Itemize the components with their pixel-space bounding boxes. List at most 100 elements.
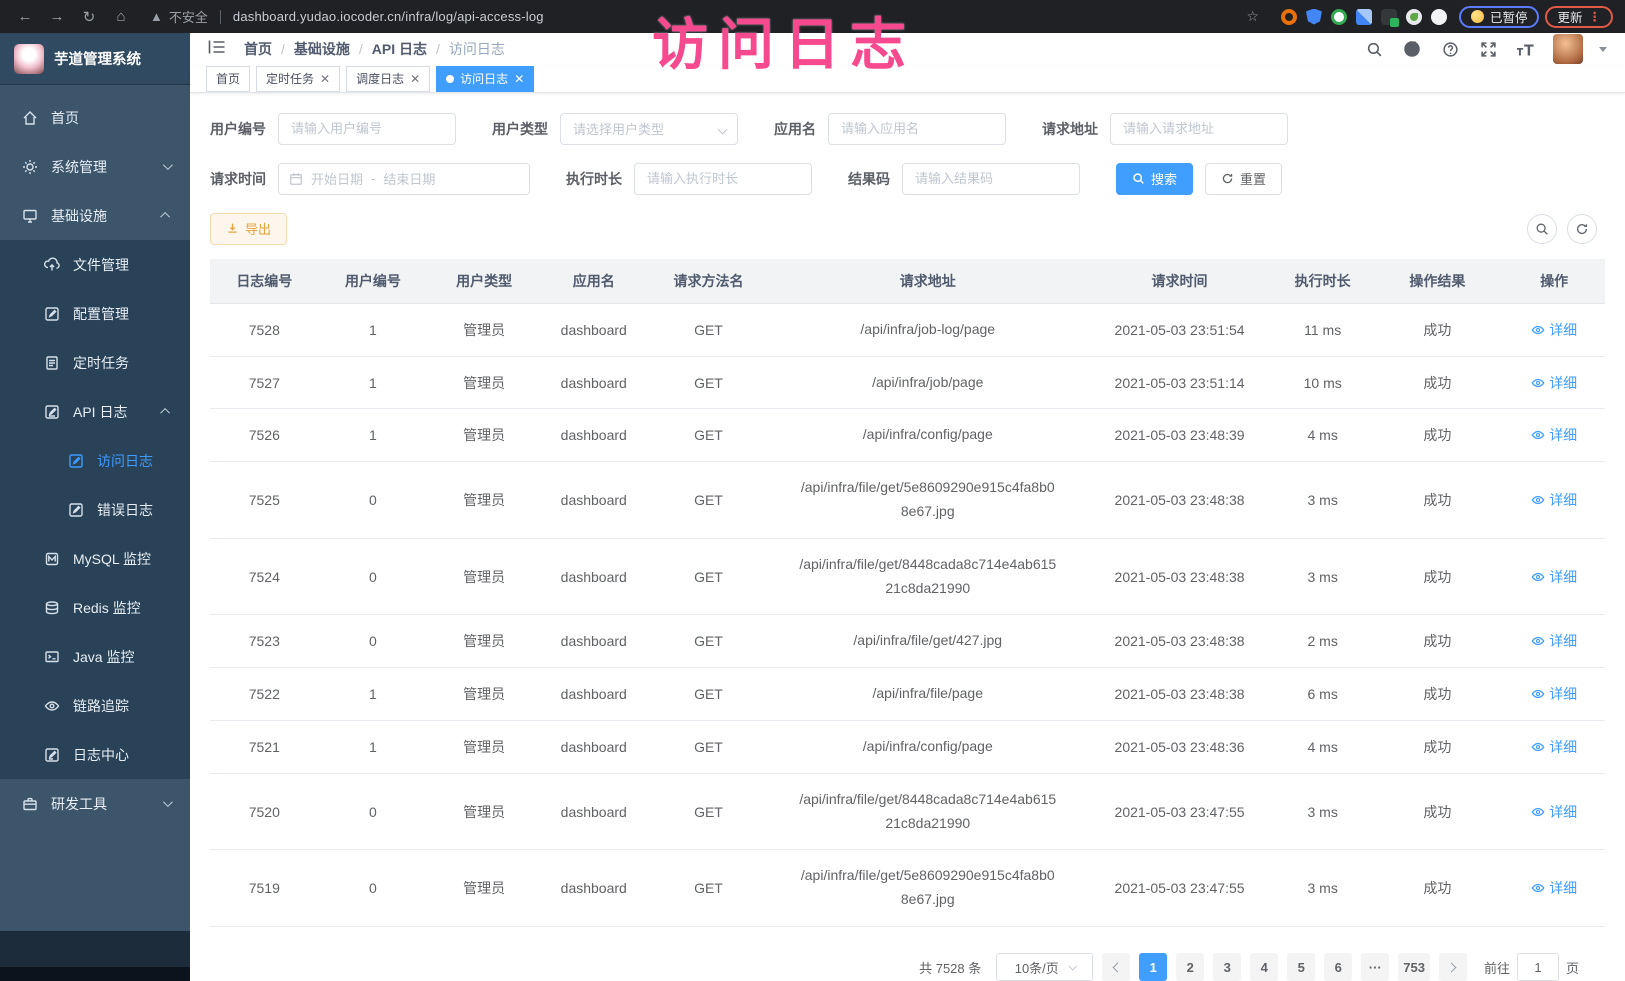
extension-icon[interactable]	[1356, 9, 1372, 25]
extension-icon[interactable]	[1306, 9, 1322, 25]
page-button-3[interactable]: 3	[1213, 953, 1241, 981]
export-button[interactable]: 导出	[210, 213, 287, 245]
duration-input[interactable]	[634, 163, 812, 195]
extension-icon[interactable]	[1406, 9, 1422, 25]
bookmark-star-icon[interactable]: ☆	[1246, 8, 1259, 25]
search-button[interactable]: 搜索	[1116, 163, 1193, 195]
detail-link[interactable]: 详细	[1531, 425, 1577, 445]
next-page-button[interactable]	[1439, 953, 1467, 981]
user-type-select[interactable]: 请选择用户类型	[560, 113, 738, 145]
update-button[interactable]: 更新 ⋮	[1545, 6, 1613, 28]
close-icon[interactable]: ✕	[514, 73, 524, 85]
fullscreen-icon[interactable]	[1477, 38, 1499, 60]
cell-user-id: 0	[319, 615, 428, 668]
sidebar-item-log-center[interactable]: 日志中心	[0, 730, 190, 779]
sidebar-item-config-manage[interactable]: 配置管理	[0, 289, 190, 338]
detail-link[interactable]: 详细	[1531, 320, 1577, 340]
tab-schedule-log[interactable]: 调度日志 ✕	[346, 66, 430, 92]
column-header[interactable]: 用户编号	[319, 259, 428, 304]
goto-page-input[interactable]	[1517, 953, 1559, 981]
page-button-5[interactable]: 5	[1287, 953, 1315, 981]
sidebar-item-access-log[interactable]: 访问日志	[0, 436, 190, 485]
sidebar-item-infra[interactable]: 基础设施	[0, 191, 190, 240]
tab-scheduled-jobs[interactable]: 定时任务 ✕	[256, 66, 340, 92]
sidebar-item-api-log[interactable]: API 日志	[0, 387, 190, 436]
sidebar-item-mysql-monitor[interactable]: MySQL 监控	[0, 534, 190, 583]
reset-button[interactable]: 重置	[1205, 163, 1282, 195]
back-icon[interactable]: ←	[12, 4, 38, 30]
user-id-input[interactable]	[278, 113, 456, 145]
column-header[interactable]: 操作结果	[1371, 259, 1503, 304]
sidebar-item-scheduled-jobs[interactable]: 定时任务	[0, 338, 190, 387]
column-header[interactable]: 日志编号	[210, 259, 319, 304]
sidebar: 芋道管理系统 首页 系统管理 基础设施	[0, 33, 190, 981]
extension-icon[interactable]	[1281, 9, 1297, 25]
table-row: 7527 1 管理员 dashboard GET /api/infra/job/…	[210, 356, 1605, 409]
date-range-picker[interactable]: 开始日期 - 结束日期	[278, 163, 530, 195]
user-avatar[interactable]	[1553, 34, 1583, 64]
page-size-select[interactable]: 10条/页	[996, 953, 1093, 981]
page-button-2[interactable]: 2	[1176, 953, 1204, 981]
extension-icon[interactable]	[1331, 9, 1347, 25]
detail-link[interactable]: 详细	[1531, 567, 1577, 587]
extension-icon[interactable]	[1381, 9, 1397, 25]
topbar-actions: TT	[1363, 34, 1607, 64]
tab-access-log[interactable]: 访问日志 ✕	[436, 66, 534, 92]
detail-link[interactable]: 详细	[1531, 802, 1577, 822]
logo[interactable]: 芋道管理系统	[0, 33, 190, 85]
caret-down-icon[interactable]	[1599, 47, 1607, 52]
column-header[interactable]: 请求方法名	[647, 259, 771, 304]
kebab-menu-icon[interactable]: ⋮	[1589, 9, 1602, 24]
app-name-input[interactable]	[828, 113, 1006, 145]
search-icon[interactable]	[1363, 38, 1385, 60]
detail-link[interactable]: 详细	[1531, 373, 1577, 393]
breadcrumb-home[interactable]: 首页	[244, 39, 272, 59]
security-warning[interactable]: ▲ 不安全	[150, 7, 208, 26]
column-header[interactable]: 应用名	[541, 259, 647, 304]
refresh-button[interactable]	[1567, 214, 1597, 244]
toggle-search-button[interactable]	[1527, 214, 1557, 244]
eye-icon	[1531, 428, 1545, 442]
extension-icon[interactable]	[1431, 9, 1447, 25]
tab-home[interactable]: 首页	[206, 66, 250, 92]
help-icon[interactable]	[1439, 38, 1461, 60]
font-size-icon[interactable]: TT	[1515, 38, 1537, 60]
column-header[interactable]: 请求地址	[770, 259, 1085, 304]
sidebar-item-error-log[interactable]: 错误日志	[0, 485, 190, 534]
sidebar-item-java-monitor[interactable]: Java 监控	[0, 632, 190, 681]
sidebar-item-redis-monitor[interactable]: Redis 监控	[0, 583, 190, 632]
paused-badge[interactable]: 已暂停	[1459, 6, 1540, 28]
detail-link[interactable]: 详细	[1531, 878, 1577, 898]
reload-icon[interactable]: ↻	[76, 4, 102, 30]
column-header[interactable]: 执行时长	[1274, 259, 1371, 304]
github-icon[interactable]	[1401, 38, 1423, 60]
sidebar-item-dev-tools[interactable]: 研发工具	[0, 779, 190, 828]
address-bar[interactable]: ▲ 不安全 dashboard.yudao.iocoder.cn/infra/l…	[140, 3, 1269, 31]
column-header[interactable]: 用户类型	[427, 259, 541, 304]
detail-link[interactable]: 详细	[1531, 631, 1577, 651]
result-code-input[interactable]	[902, 163, 1080, 195]
sidebar-item-system[interactable]: 系统管理	[0, 142, 190, 191]
sidebar-item-file-manage[interactable]: 文件管理	[0, 240, 190, 289]
hamburger-icon[interactable]	[208, 39, 226, 60]
home-icon[interactable]: ⌂	[108, 4, 134, 30]
breadcrumb-api-log[interactable]: API 日志	[372, 39, 427, 59]
page-button-4[interactable]: 4	[1250, 953, 1278, 981]
page-button-753[interactable]: 753	[1398, 953, 1430, 981]
sidebar-item-home[interactable]: 首页	[0, 93, 190, 142]
close-icon[interactable]: ✕	[410, 73, 420, 85]
column-header[interactable]: 请求时间	[1085, 259, 1274, 304]
column-header[interactable]: 操作	[1503, 259, 1605, 304]
sidebar-item-tracing[interactable]: 链路追踪	[0, 681, 190, 730]
more-pages-button[interactable]: ···	[1361, 953, 1389, 981]
breadcrumb-infra[interactable]: 基础设施	[294, 39, 350, 59]
close-icon[interactable]: ✕	[320, 73, 330, 85]
page-button-6[interactable]: 6	[1324, 953, 1352, 981]
detail-link[interactable]: 详细	[1531, 737, 1577, 757]
prev-page-button[interactable]	[1102, 953, 1130, 981]
request-url-input[interactable]	[1110, 113, 1288, 145]
forward-icon[interactable]: →	[44, 4, 70, 30]
page-button-1[interactable]: 1	[1139, 953, 1167, 981]
detail-link[interactable]: 详细	[1531, 490, 1577, 510]
detail-link[interactable]: 详细	[1531, 684, 1577, 704]
